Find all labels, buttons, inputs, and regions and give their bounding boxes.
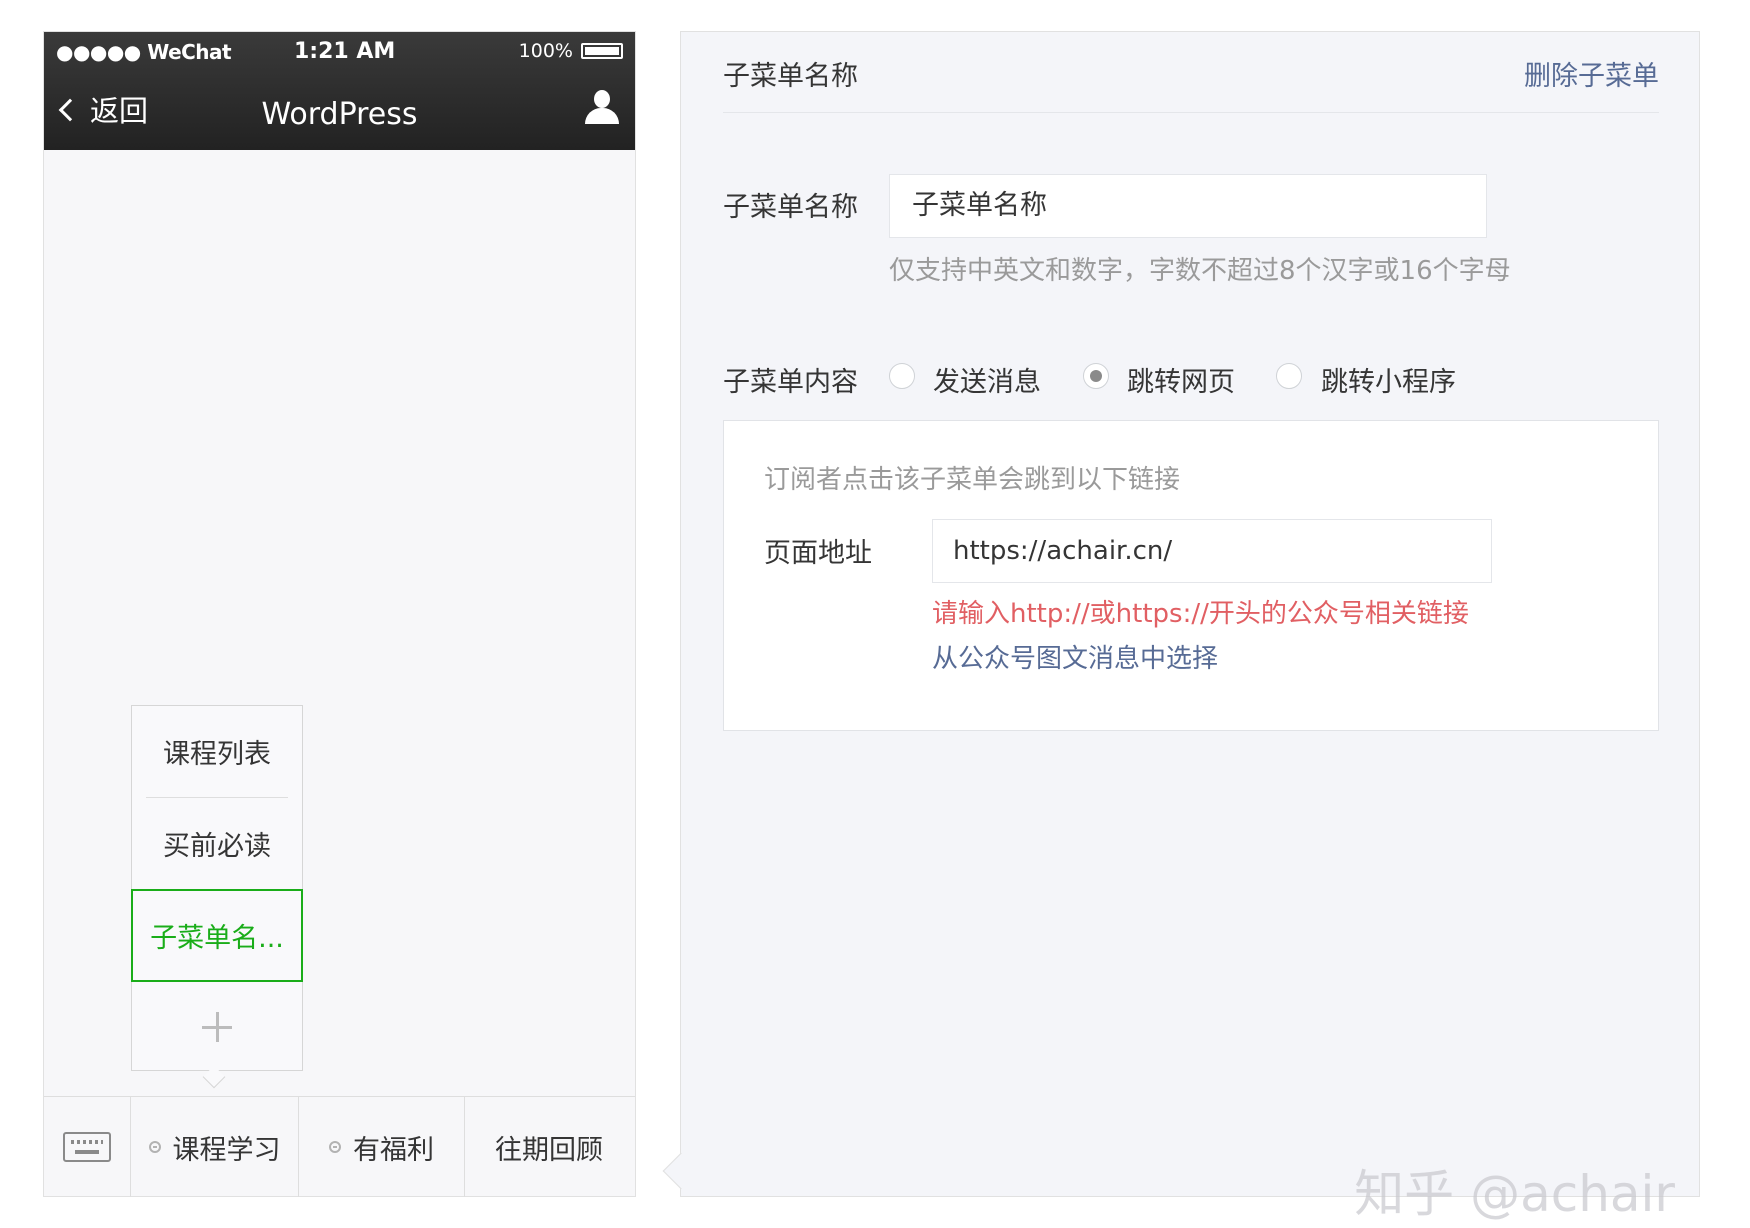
menu-item-label: 课程学习 <box>172 1134 281 1166</box>
watermark: 知乎 @achair <box>1354 1165 1675 1223</box>
battery-percent: 100% <box>518 40 573 62</box>
url-label: 页面地址 <box>764 538 872 569</box>
radio-open-webpage[interactable] <box>1083 363 1109 389</box>
name-label: 子菜单名称 <box>723 192 858 223</box>
menu-item-course[interactable]: 课程学习 <box>131 1097 299 1197</box>
radio-open-miniprogram[interactable] <box>1276 363 1302 389</box>
panel-title: 子菜单名称 <box>723 61 858 92</box>
keyboard-icon <box>63 1132 111 1162</box>
url-error-message: 请输入http://或https://开头的公众号相关链接 <box>932 599 1469 629</box>
submenu-indicator-icon <box>329 1141 341 1153</box>
add-submenu-button[interactable] <box>132 982 302 1072</box>
submenu-popup: 课程列表 买前必读 子菜单名... <box>131 705 303 1071</box>
name-hint: 仅支持中英文和数字，字数不超过8个汉字或16个字母 <box>889 256 1511 286</box>
delete-submenu-link[interactable]: 删除子菜单 <box>1524 54 1659 93</box>
top-bar: ●●●●● WeChat 1:21 AM 100% 返回 WordPress <box>44 32 635 150</box>
radio-send-message[interactable] <box>889 363 915 389</box>
submenu-item-active[interactable]: 子菜单名... <box>131 889 303 982</box>
battery-icon <box>581 43 623 59</box>
status-time: 1:21 AM <box>294 39 396 64</box>
profile-icon[interactable] <box>585 90 619 126</box>
menu-bar: 课程学习 有福利 往期回顾 <box>44 1096 635 1197</box>
menu-item-label: 有福利 <box>353 1134 434 1166</box>
phone-preview: ●●●●● WeChat 1:21 AM 100% 返回 WordPress 课… <box>43 31 636 1197</box>
carrier-label: ●●●●● WeChat <box>56 40 232 64</box>
menu-item-welfare[interactable]: 有福利 <box>299 1097 465 1197</box>
submenu-item[interactable]: 课程列表 <box>132 706 302 797</box>
submenu-settings-panel: 子菜单名称 删除子菜单 子菜单名称 子菜单名称 仅支持中英文和数字，字数不超过8… <box>662 31 1700 1223</box>
submenu-name-input[interactable]: 子菜单名称 <box>889 174 1487 238</box>
menu-item-archive[interactable]: 往期回顾 <box>465 1097 633 1197</box>
radio-label: 发送消息 <box>933 367 1041 398</box>
radio-label: 跳转小程序 <box>1321 367 1456 398</box>
pick-article-link[interactable]: 从公众号图文消息中选择 <box>932 638 1218 675</box>
nav-title: WordPress <box>261 97 418 132</box>
radio-label: 跳转网页 <box>1127 367 1235 398</box>
submenu-item[interactable]: 买前必读 <box>132 798 302 889</box>
panel-pointer <box>662 1152 700 1190</box>
box-hint: 订阅者点击该子菜单会跳到以下链接 <box>764 465 1181 495</box>
keyboard-toggle[interactable] <box>44 1097 131 1197</box>
submenu-indicator-icon <box>148 1141 161 1153</box>
panel-divider <box>723 112 1659 113</box>
menu-item-label: 往期回顾 <box>495 1134 603 1166</box>
content-label: 子菜单内容 <box>723 367 858 398</box>
battery-status: 100% <box>519 40 623 62</box>
webpage-settings-box: 订阅者点击该子菜单会跳到以下链接 页面地址 https://achair.cn/… <box>723 420 1659 731</box>
page-url-input[interactable]: https://achair.cn/ <box>932 519 1492 583</box>
